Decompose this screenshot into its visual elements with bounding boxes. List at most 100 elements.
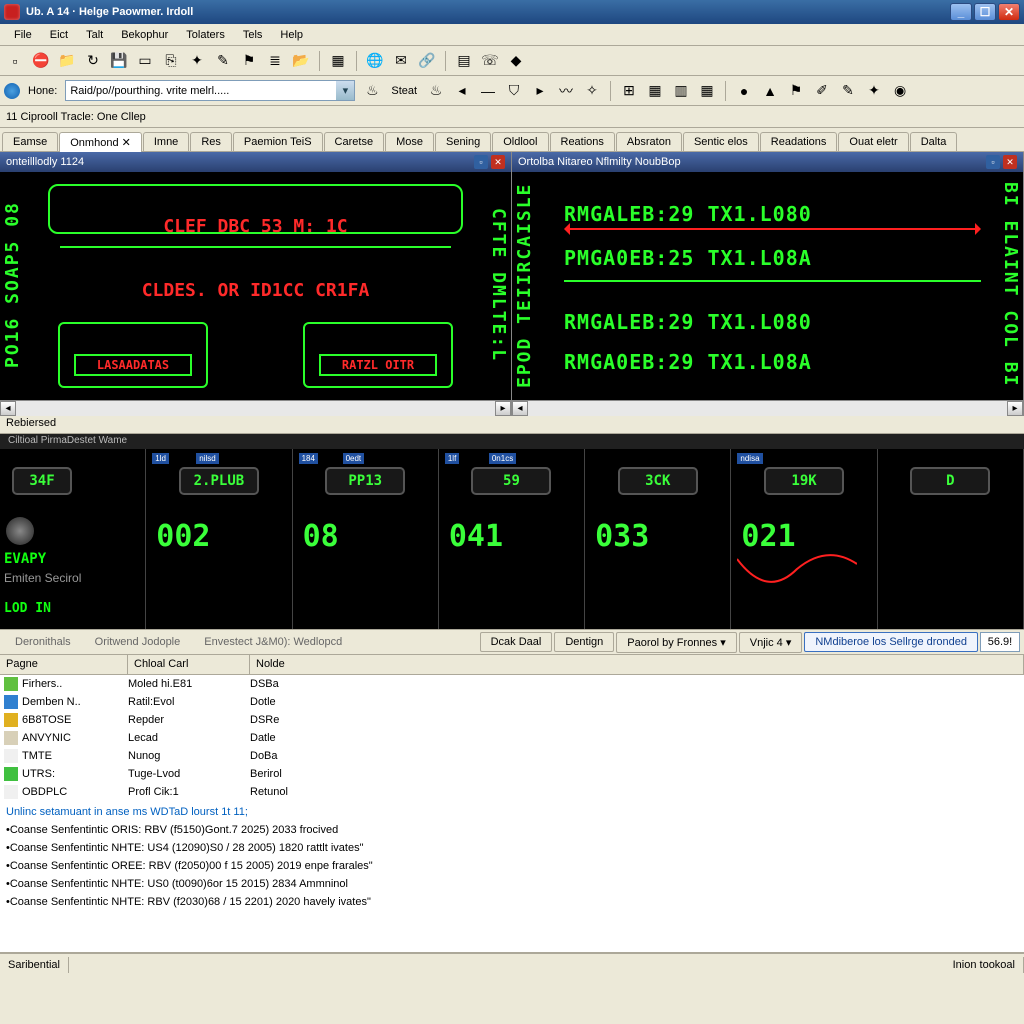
maximize-button[interactable]: ☐ xyxy=(974,3,996,21)
wave-icon[interactable]: 〰 xyxy=(555,80,577,102)
warn-icon[interactable]: ▲ xyxy=(759,80,781,102)
scroll-left-icon[interactable]: ◂ xyxy=(512,401,528,416)
cube-icon[interactable]: ▦ xyxy=(327,50,349,72)
star-icon[interactable]: ✧ xyxy=(581,80,603,102)
scroll-left-icon[interactable]: ◂ xyxy=(0,401,16,416)
left-scope[interactable]: PO16 SOAP5 08 CFTE DMLTE:L CLEF DBC 53 M… xyxy=(0,172,511,416)
tab-paemion-teis[interactable]: Paemion TeiS xyxy=(233,132,323,151)
mail-icon[interactable]: ✉ xyxy=(390,50,412,72)
pin-icon[interactable]: ✎ xyxy=(212,50,234,72)
globe-icon[interactable]: 🌐 xyxy=(364,50,386,72)
tab-absraton[interactable]: Absraton xyxy=(616,132,682,151)
flag-icon[interactable]: ⚑ xyxy=(785,80,807,102)
folder-icon[interactable]: 📁 xyxy=(56,50,78,72)
cols-icon[interactable]: ▥ xyxy=(670,80,692,102)
phone-icon[interactable]: ☏ xyxy=(479,50,501,72)
refresh-icon[interactable]: ↻ xyxy=(82,50,104,72)
cal-icon[interactable]: ▦ xyxy=(696,80,718,102)
menu-tolaters[interactable]: Tolaters xyxy=(178,27,233,43)
col-header[interactable]: Nolde xyxy=(250,655,1024,674)
rel-button[interactable]: PP13 xyxy=(325,467,405,495)
link-icon[interactable]: 🔗 xyxy=(416,50,438,72)
diamond-icon[interactable]: ◆ xyxy=(505,50,527,72)
menu-eict[interactable]: Eict xyxy=(42,27,76,43)
knob-icon[interactable] xyxy=(6,517,34,545)
dot-icon[interactable]: ● xyxy=(733,80,755,102)
table-row[interactable]: Firhers..Moled hi.E81DSBa xyxy=(0,675,1024,693)
stack-icon[interactable]: ≣ xyxy=(264,50,286,72)
left-scope-scrollbar[interactable]: ◂▸ xyxy=(0,400,511,416)
tab-res[interactable]: Res xyxy=(190,132,232,151)
pane-close-icon[interactable]: ✕ xyxy=(1003,155,1017,169)
close-button[interactable]: ✕ xyxy=(998,3,1020,21)
fire-icon[interactable]: ♨ xyxy=(425,80,447,102)
menu-talt[interactable]: Talt xyxy=(78,27,111,43)
table-row[interactable]: 6B8TOSERepderDSRe xyxy=(0,711,1024,729)
info-banner[interactable]: NMdiberoe los Sellrge dronded xyxy=(804,632,978,652)
small-field[interactable] xyxy=(980,632,1020,652)
rel-button[interactable]: 3CK xyxy=(618,467,698,495)
rel-button[interactable]: D xyxy=(910,467,990,495)
rel-button[interactable]: 19K xyxy=(764,467,844,495)
tab-eamse[interactable]: Eamse xyxy=(2,132,58,151)
tab-oldlool[interactable]: Oldlool xyxy=(492,132,548,151)
brush-icon[interactable]: ✐ xyxy=(811,80,833,102)
right-scope[interactable]: EPOD TEIIRCAISLE BI ELAINT COL BI RMGALE… xyxy=(512,172,1023,416)
rel-chip-0[interactable]: 34F xyxy=(12,467,72,495)
tab-sentic-elos[interactable]: Sentic elos xyxy=(683,132,759,151)
copy-icon[interactable]: ⎘ xyxy=(160,50,182,72)
file-icon[interactable]: ▫ xyxy=(4,50,26,72)
shield-icon[interactable]: ⛉ xyxy=(503,80,525,102)
wand-icon[interactable]: ✦ xyxy=(863,80,885,102)
grid-icon[interactable]: ▦ xyxy=(644,80,666,102)
menu-file[interactable]: File xyxy=(6,27,40,43)
dcak-button[interactable]: Dcak Daal xyxy=(480,632,553,652)
rel-button[interactable]: 2.PLUB xyxy=(179,467,259,495)
globe2-icon[interactable]: ◉ xyxy=(889,80,911,102)
menu-help[interactable]: Help xyxy=(272,27,311,43)
table-row[interactable]: Demben N..Ratil:EvolDotle xyxy=(0,693,1024,711)
address-combo[interactable]: ▾ xyxy=(65,80,355,101)
address-input[interactable] xyxy=(66,81,336,100)
pane-min-icon[interactable]: ▫ xyxy=(986,155,1000,169)
col-header[interactable]: Pagne xyxy=(0,655,128,674)
stop-icon[interactable]: ⛔ xyxy=(30,50,52,72)
tab-caretse[interactable]: Caretse xyxy=(324,132,385,151)
table-row[interactable]: OBDPLCProfl Cik:1Retunol xyxy=(0,783,1024,801)
disk-icon[interactable]: 💾 xyxy=(108,50,130,72)
rel-button[interactable]: 59 xyxy=(471,467,551,495)
table-row[interactable]: UTRS:Tuge-LvodBerirol xyxy=(0,765,1024,783)
fire-icon[interactable]: ♨ xyxy=(361,80,383,102)
line-icon[interactable]: — xyxy=(477,80,499,102)
fwd-icon[interactable]: ▸ xyxy=(529,80,551,102)
flag-icon[interactable]: ⚑ xyxy=(238,50,260,72)
page-icon[interactable]: ▤ xyxy=(453,50,475,72)
pane-min-icon[interactable]: ▫ xyxy=(474,155,488,169)
rect-icon[interactable]: ▭ xyxy=(134,50,156,72)
address-dropdown-icon[interactable]: ▾ xyxy=(336,81,354,100)
tab-imne[interactable]: Imne xyxy=(143,132,189,151)
minimize-button[interactable]: _ xyxy=(950,3,972,21)
menu-bekophur[interactable]: Bekophur xyxy=(113,27,176,43)
pin-icon[interactable]: ✎ xyxy=(837,80,859,102)
right-scope-scrollbar[interactable]: ◂▸ xyxy=(512,400,1023,416)
tab-reations[interactable]: Reations xyxy=(550,132,615,151)
back-icon[interactable]: ◂ xyxy=(451,80,473,102)
table-row[interactable]: ANVYNICLecadDatle xyxy=(0,729,1024,747)
table-row[interactable]: TMTENunogDoBa xyxy=(0,747,1024,765)
scroll-right-icon[interactable]: ▸ xyxy=(495,401,511,416)
scroll-right-icon[interactable]: ▸ xyxy=(1007,401,1023,416)
tab-onmhond-[interactable]: Onmhond ✕ xyxy=(59,132,142,152)
tab-dalta[interactable]: Dalta xyxy=(910,132,958,151)
tab-readations[interactable]: Readations xyxy=(760,132,838,151)
wand-icon[interactable]: ✦ xyxy=(186,50,208,72)
tab-ouat-eletr[interactable]: Ouat eletr xyxy=(838,132,908,151)
dentign-button[interactable]: Dentign xyxy=(554,632,614,652)
menu-tels[interactable]: Tels xyxy=(235,27,271,43)
paorol-dropdown[interactable]: Paorol by Fronnes ▾ xyxy=(616,632,736,653)
open-icon[interactable]: 📂 xyxy=(290,50,312,72)
tab-sening[interactable]: Sening xyxy=(435,132,491,151)
tab-mose[interactable]: Mose xyxy=(385,132,434,151)
win-icon[interactable]: ⊞ xyxy=(618,80,640,102)
col-header[interactable]: Chloal Carl xyxy=(128,655,250,674)
